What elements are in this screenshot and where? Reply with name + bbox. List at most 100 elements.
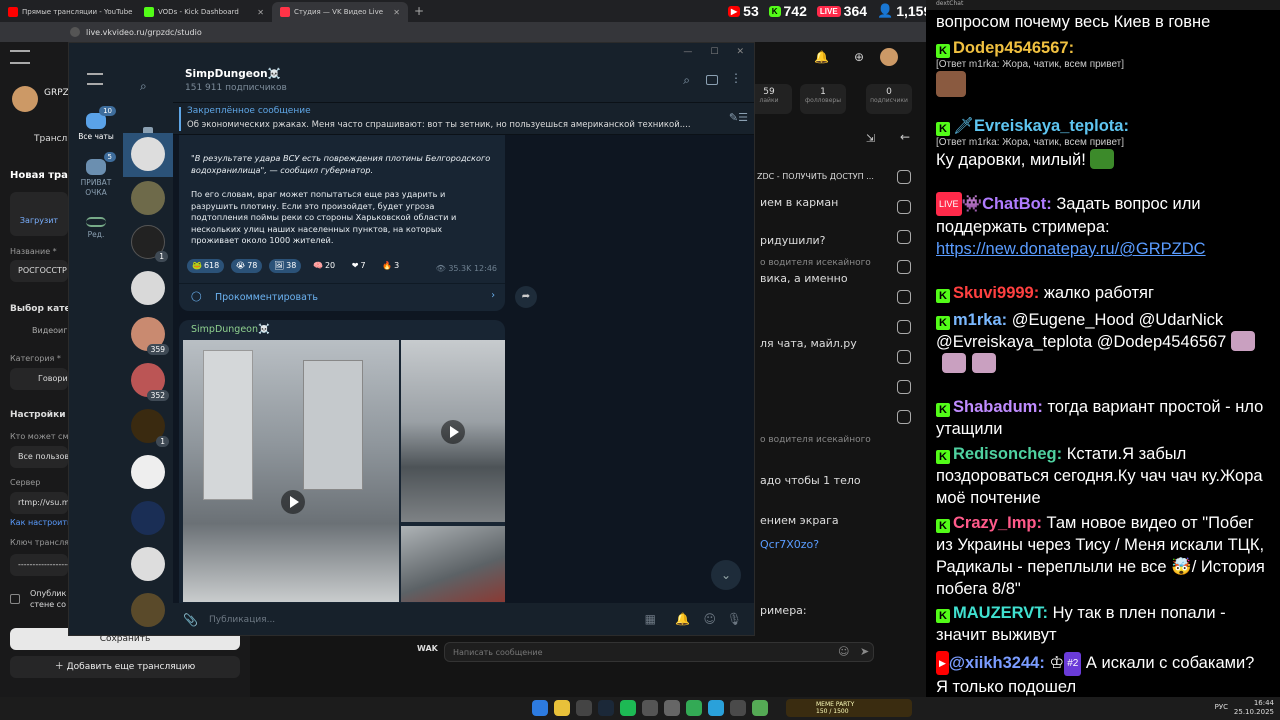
server-input[interactable]: rtmp://vsu.my <box>10 492 68 514</box>
close-icon[interactable]: ✕ <box>257 8 264 17</box>
tab-kick[interactable]: VODs - Kick Dashboard ✕ <box>136 2 272 22</box>
emoji-icon[interactable]: ☺ <box>838 645 849 658</box>
reaction-button[interactable]: 😭 78 <box>230 259 263 273</box>
profile-avatar[interactable] <box>880 48 898 66</box>
spotify-icon[interactable] <box>620 700 636 716</box>
settings-icon[interactable] <box>897 170 911 184</box>
avatar[interactable] <box>131 547 165 581</box>
list-icon[interactable] <box>897 290 911 304</box>
reaction-button[interactable]: ❤ 7 <box>347 259 371 273</box>
reaction-button[interactable]: 🧠 20 <box>308 259 340 273</box>
avatar[interactable] <box>131 271 165 305</box>
schedule-icon[interactable]: ▦ <box>645 612 656 626</box>
photo-thumbnail[interactable] <box>401 526 505 602</box>
visibility-select[interactable]: Все пользов <box>10 446 68 468</box>
avatar[interactable]: 359 <box>131 317 169 355</box>
tab-streams[interactable]: Трансля <box>34 134 73 144</box>
app-icon[interactable] <box>686 700 702 716</box>
reaction-button[interactable]: 🔥 3 <box>377 259 404 273</box>
avatar[interactable] <box>131 593 165 627</box>
search-icon[interactable]: ⌕ <box>683 73 690 88</box>
reaction-button[interactable]: 🐸 618 <box>187 259 225 273</box>
maximize-icon[interactable]: ☐ <box>710 47 718 57</box>
chat-link[interactable]: Qcr7X0zo? <box>760 538 819 551</box>
scroll-down-button[interactable]: ⌄ <box>711 560 741 590</box>
chrome-icon[interactable] <box>554 700 570 716</box>
tab-youtube[interactable]: Прямые трансляции - YouTube ✕ <box>0 2 136 22</box>
avatar[interactable] <box>131 137 165 171</box>
site-info-icon[interactable] <box>70 27 80 37</box>
app-icon[interactable] <box>730 700 746 716</box>
add-stream-button[interactable]: ＋ Добавить еще трансляцию <box>10 656 240 678</box>
vk-message-input[interactable]: Написать сообщение <box>444 642 874 662</box>
menu-icon[interactable] <box>10 50 30 64</box>
video-thumbnail[interactable] <box>183 340 399 602</box>
new-tab-button[interactable]: + <box>414 4 424 18</box>
app-icon[interactable] <box>576 700 592 716</box>
obs-icon[interactable] <box>664 700 680 716</box>
chat-pinned-link[interactable]: ZDC - ПОЛУЧИТЬ ДОСТУП ... <box>757 172 874 181</box>
app-icon[interactable] <box>752 700 768 716</box>
donate-link[interactable]: https://new.donatepay.ru/@GRPZDC <box>936 238 1270 260</box>
name-input[interactable]: РОСГОССТР <box>10 260 68 282</box>
emoji-icon[interactable]: ☺ <box>703 612 716 626</box>
category-input[interactable]: Говори <box>10 368 68 390</box>
more-icon[interactable]: ⋮ <box>730 71 742 85</box>
notification-icon[interactable]: 🔔 <box>814 50 829 64</box>
gem-icon[interactable] <box>897 230 911 244</box>
steam-icon[interactable] <box>598 700 614 716</box>
send-icon[interactable]: ➤ <box>860 645 869 658</box>
tab-vk-studio[interactable]: Студия — VK Видео Live ✕ <box>272 2 408 22</box>
sidebar-toggle-icon[interactable] <box>706 75 718 85</box>
play-icon[interactable] <box>441 420 465 444</box>
reaction-button[interactable]: 🖼 38 <box>269 259 302 273</box>
diamond-icon[interactable] <box>897 200 911 214</box>
close-icon[interactable]: ✕ <box>736 47 744 57</box>
address-bar[interactable]: live.vkvideo.ru/grpzdc/studio <box>0 22 926 42</box>
dice-icon[interactable] <box>897 260 911 274</box>
reaction-count: 3 <box>394 261 400 270</box>
avatar[interactable] <box>131 455 165 489</box>
gamepad-icon[interactable] <box>897 380 911 394</box>
videogames-option[interactable]: Видеоиг <box>32 326 67 335</box>
system-clock[interactable]: 16:44 25.10.2025 <box>1234 699 1274 717</box>
pin-list-icon[interactable]: ✎☰ <box>729 111 748 124</box>
pinned-message-bar[interactable]: Закреплённое сообщение Об экономических … <box>173 103 754 135</box>
compose-input[interactable]: Публикация... <box>209 615 275 625</box>
pin-icon[interactable]: ⇲ <box>866 132 875 145</box>
play-icon[interactable] <box>281 490 305 514</box>
channel-header[interactable]: SimpDungeon☠️ 151 911 подписчиков ⌕ ⋮ <box>173 61 754 103</box>
badge-icon[interactable] <box>897 410 911 424</box>
trophy-icon[interactable] <box>897 350 911 364</box>
folder-private[interactable]: 5 ПРИВАТ ОЧКА <box>69 152 123 198</box>
bell-icon[interactable]: 🔔 <box>675 612 690 626</box>
folder-all-chats[interactable]: 10 Все чаты <box>69 106 123 141</box>
language-indicator[interactable]: РУС <box>1215 703 1228 711</box>
stats-icon[interactable] <box>897 320 911 334</box>
windows-start-icon[interactable] <box>532 700 548 716</box>
minimize-icon[interactable]: — <box>683 47 692 57</box>
publish-checkbox[interactable] <box>10 594 20 604</box>
add-icon[interactable]: ⊕ <box>854 50 864 64</box>
video-thumbnail[interactable] <box>401 340 505 522</box>
search-icon[interactable]: ⌕ <box>140 79 147 94</box>
folder-edit[interactable]: Ред. <box>69 217 123 239</box>
mic-icon[interactable]: 🎙 <box>727 612 742 626</box>
avatar[interactable]: 352 <box>131 363 169 401</box>
telegram-icon[interactable] <box>708 700 724 716</box>
key-input[interactable]: ------------------ <box>10 554 68 576</box>
menu-icon[interactable] <box>87 73 103 85</box>
back-arrow-icon[interactable]: ← <box>900 130 910 144</box>
publish-label: Опублик стене со <box>30 589 67 609</box>
avatar[interactable] <box>131 181 165 215</box>
upload-button[interactable]: Загрузит <box>10 192 68 236</box>
setup-link[interactable]: Как настроить <box>10 518 72 527</box>
share-icon[interactable]: ➦ <box>515 286 537 308</box>
attach-icon[interactable]: 📎 <box>183 613 198 627</box>
comment-button[interactable]: ◯ Прокомментировать › <box>179 283 505 311</box>
avatar[interactable] <box>131 501 165 535</box>
close-icon[interactable]: ✕ <box>393 8 400 17</box>
avatar[interactable]: 1 <box>131 409 169 447</box>
avatar[interactable]: 1 <box>131 225 168 262</box>
app-icon[interactable] <box>642 700 658 716</box>
